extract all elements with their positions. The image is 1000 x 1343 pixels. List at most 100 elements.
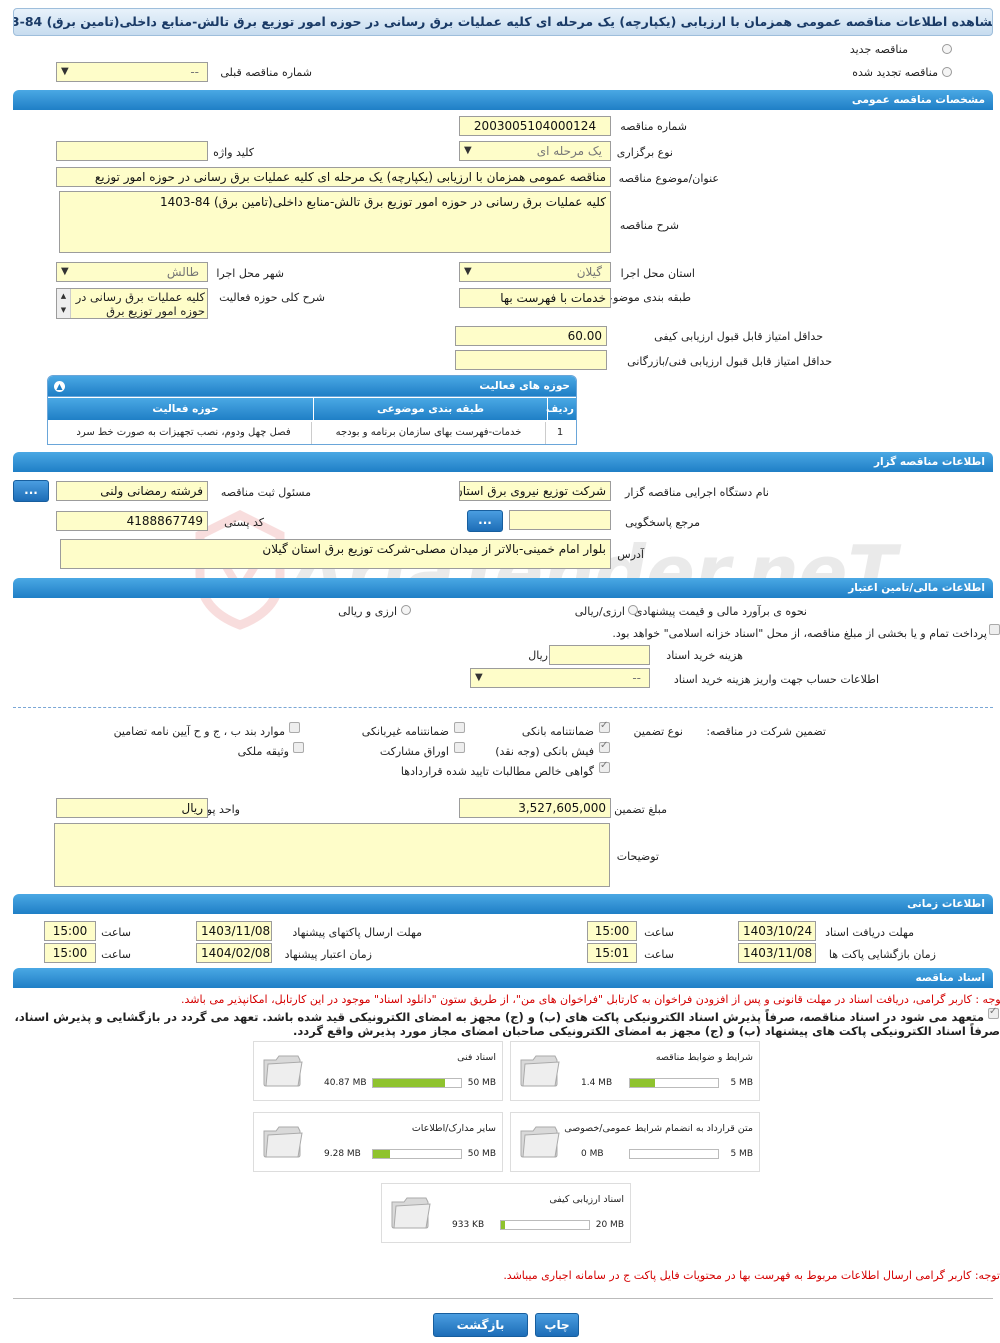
desc-field[interactable]: کلیه عملیات برق رسانی در حوزه امور توزیع… — [59, 191, 611, 253]
divider — [13, 1298, 993, 1299]
estimate-label: نحوه ی برآورد مالی و قیمت پیشنهادی — [633, 605, 807, 618]
postal-field[interactable]: 4188867749 — [56, 511, 208, 531]
send-deadline-time[interactable]: 15:00 — [44, 921, 96, 941]
title-field[interactable]: مناقصه عمومی همزمان با ارزیابی (یکپارچه)… — [56, 167, 611, 187]
min-quality-field[interactable]: 60.00 — [455, 326, 607, 346]
collapse-icon[interactable]: ▲ — [54, 381, 65, 392]
category-field[interactable]: خدمات با فهرست بها — [459, 288, 611, 308]
print-button[interactable]: چاپ — [535, 1313, 579, 1337]
min-tech-field[interactable] — [455, 350, 607, 370]
chevron-down-icon: ▼ — [464, 145, 472, 156]
bank-check-label: فیش بانکی (وجه نقد) — [495, 745, 594, 758]
keyword-label: کلید واژه — [213, 146, 254, 159]
notes-field[interactable] — [54, 823, 610, 887]
account-select[interactable]: -- ▼ — [470, 668, 650, 688]
open-time[interactable]: 15:01 — [587, 943, 637, 963]
org-field[interactable]: شرکت توزیع نیروی برق استان — [459, 481, 611, 501]
currency-field[interactable]: ریال — [56, 798, 208, 818]
resp-label: مسئول ثبت مناقصه — [220, 486, 311, 499]
desc-label: شرح مناقصه — [619, 219, 679, 232]
table-header-row: ردیف طبقه بندی موضوعی حوزه فعالیت — [48, 398, 576, 420]
upload-progress-fill — [501, 1221, 506, 1229]
document-card[interactable]: متن قرارداد به انضمام شرایط عمومی/خصوصی 0… — [510, 1112, 760, 1172]
open-label: زمان بازگشایی پاکت ها — [828, 948, 936, 961]
upload-progress-fill — [373, 1079, 446, 1087]
open-time-label: ساعت — [644, 948, 674, 961]
address-label: آدرس — [617, 548, 644, 561]
send-deadline-date[interactable]: 1403/11/08 — [196, 921, 272, 941]
city-select[interactable]: طالش ▼ — [56, 262, 208, 282]
open-date[interactable]: 1403/11/08 — [738, 943, 816, 963]
ref-lookup-button[interactable]: ... — [467, 510, 503, 532]
commit-checkbox[interactable] — [988, 1006, 999, 1019]
estimate-opt-both: ارزی و ریالی — [338, 605, 397, 618]
validity-date[interactable]: 1404/02/08 — [196, 943, 272, 963]
bank-guarantee-label: ضمانتنامه بانکی — [521, 725, 594, 738]
activity-desc-field[interactable]: کلیه عملیات برق رسانی در حوزه امور توزیع… — [56, 288, 208, 319]
timing-section-header: اطلاعات زمانی — [13, 894, 993, 914]
tender-number-label: شماره مناقصه — [620, 120, 687, 133]
partnership-checkbox[interactable] — [454, 742, 465, 753]
upload-progress — [629, 1149, 719, 1159]
upload-progress — [500, 1220, 590, 1230]
tender-number-field[interactable]: 2003005104000124 — [459, 116, 611, 136]
document-card[interactable]: سایر مدارک/اطلاعات 9.28 MB 50 MB — [253, 1112, 503, 1172]
nonbank-guarantee-label: ضمانتنامه غیربانکی — [361, 725, 449, 738]
chevron-down-icon: ▼ — [464, 266, 472, 277]
resp-lookup-button[interactable]: ... — [13, 480, 49, 502]
keyword-field[interactable] — [56, 141, 208, 161]
doc-cost-label: هزینه خرید اسناد — [666, 649, 743, 662]
document-size: 40.87 MB — [324, 1078, 367, 1088]
guarantee-type-label: نوع تضمین — [633, 725, 683, 738]
document-card[interactable]: اسناد ارزیابی کیفی 933 KB 20 MB — [381, 1183, 631, 1243]
organizer-section-header: اطلاعات مناقصه گزار — [13, 452, 993, 472]
min-quality-label: حداقل امتیاز قابل قبول ارزیابی کیفی — [654, 330, 823, 343]
doc-cost-field[interactable] — [549, 645, 650, 665]
doc-deadline-date[interactable]: 1403/10/24 — [738, 921, 816, 941]
receivables-checkbox[interactable] — [599, 760, 610, 773]
renewed-tender-radio[interactable] — [942, 67, 952, 77]
estimate-radio-both[interactable] — [401, 605, 411, 615]
bank-guarantee-checkbox[interactable] — [599, 720, 610, 733]
partnership-label: اوراق مشارکت — [379, 745, 449, 758]
estimate-radio-rial[interactable] — [628, 605, 638, 615]
min-tech-label: حداقل امتیاز قابل قبول ارزیابی فنی/بازرگ… — [627, 355, 832, 368]
document-max-size: 5 MB — [730, 1078, 753, 1088]
document-max-size: 50 MB — [467, 1078, 496, 1088]
new-tender-label: مناقصه جدید — [849, 43, 908, 56]
type-select[interactable]: یک مرحله ای ▼ — [459, 141, 611, 161]
chevron-down-icon: ▼ — [475, 672, 483, 683]
upload-progress — [372, 1149, 462, 1159]
postal-label: کد پستی — [224, 516, 264, 529]
receivables-label: گواهی خالص مطالبات تایید شده قراردادها — [400, 765, 594, 778]
scrollbar[interactable]: ▲ ▼ — [57, 289, 71, 318]
city-label: شهر محل اجرا — [216, 267, 284, 280]
document-card[interactable]: اسناد فنی 40.87 MB 50 MB — [253, 1041, 503, 1101]
amount-field[interactable]: 3,527,605,000 — [459, 798, 611, 818]
resp-field[interactable]: فرشته رمضانی ولنی — [56, 481, 208, 501]
province-label: استان محل اجرا — [620, 267, 695, 280]
new-tender-radio[interactable] — [942, 44, 952, 54]
guarantee-label: تضمین شرکت در مناقصه: — [706, 725, 826, 738]
validity-time[interactable]: 15:00 — [44, 943, 96, 963]
commit-text-2: صرفاً اسناد الکترونیکی پاکت های پیشنهاد … — [293, 1024, 1000, 1038]
doc-deadline-label: مهلت دریافت اسناد — [825, 926, 914, 939]
back-button[interactable]: بازگشت — [433, 1313, 528, 1337]
finance-section-header: اطلاعات مالی/تامین اعتبار — [13, 578, 993, 598]
islamic-checkbox[interactable] — [989, 624, 1000, 635]
ref-field[interactable] — [509, 510, 611, 530]
doc-deadline-time[interactable]: 15:00 — [587, 921, 637, 941]
bank-check-checkbox[interactable] — [599, 740, 610, 753]
prev-tender-select[interactable]: -- ▼ — [56, 62, 208, 82]
province-select[interactable]: گیلان ▼ — [459, 262, 611, 282]
upload-progress — [372, 1078, 462, 1088]
upload-progress-fill — [630, 1079, 655, 1087]
nonbank-guarantee-checkbox[interactable] — [454, 722, 465, 733]
folder-icon — [263, 1055, 303, 1087]
document-card[interactable]: شرایط و ضوابط مناقصه 1.4 MB 5 MB — [510, 1041, 760, 1101]
folder-icon — [520, 1126, 560, 1158]
address-field[interactable]: بلوار امام خمینی-بالاتر از میدان مصلی-شر… — [60, 539, 611, 569]
property-checkbox[interactable] — [293, 742, 304, 753]
items-bcj-label: موارد بند ب ، ج و ح آیین نامه تضامین — [113, 725, 285, 738]
items-bcj-checkbox[interactable] — [289, 722, 300, 733]
